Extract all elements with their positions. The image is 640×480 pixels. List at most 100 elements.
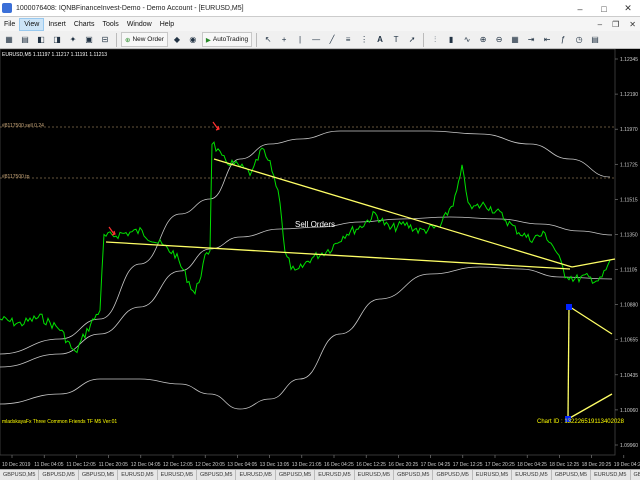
- chart-tab[interactable]: GBPUSD,M5: [552, 470, 592, 480]
- vertical-line-icon[interactable]: |: [293, 33, 307, 47]
- options-icon[interactable]: ◉: [186, 33, 200, 47]
- arrows-icon[interactable]: ➚: [405, 33, 419, 47]
- new-chart-icon[interactable]: ▦: [2, 33, 16, 47]
- middle-band: [0, 216, 613, 368]
- menu-charts[interactable]: Charts: [70, 18, 99, 31]
- menu-file[interactable]: File: [0, 18, 19, 31]
- autotrading-label: AutoTrading: [212, 36, 249, 43]
- trendline[interactable]: [567, 393, 613, 420]
- menu-tools[interactable]: Tools: [98, 18, 122, 31]
- time-tick-label: 16 Dec 12:25: [356, 462, 386, 468]
- time-tick-label: 18 Dec 04:25: [517, 462, 547, 468]
- chart-tab[interactable]: GBPUSD,M5: [79, 470, 119, 480]
- candlestick-icon[interactable]: ▮: [444, 33, 458, 47]
- time-tick-label: 16 Dec 04:25: [324, 462, 354, 468]
- chart-id-label: Chart ID : 132226519113402028: [537, 419, 625, 425]
- chart-shift-icon[interactable]: ⇤: [540, 33, 554, 47]
- menu-window[interactable]: Window: [123, 18, 156, 31]
- time-tick-label: 11 Dec 12:05: [66, 462, 96, 468]
- new-order-icon: ⊕: [125, 36, 131, 44]
- navigator-icon[interactable]: ✦: [66, 33, 80, 47]
- toolbar: ▦ ▤ ◧ ◨ ✦ ▣ ⊟ ⊕ New Order ◆ ◉ ▶ AutoTrad…: [0, 31, 640, 49]
- equidistant-channel-icon[interactable]: ≡: [341, 33, 355, 47]
- tile-windows-icon[interactable]: ▦: [508, 33, 522, 47]
- mdi-close-button[interactable]: ✕: [629, 20, 636, 29]
- text-icon[interactable]: A: [373, 33, 387, 47]
- chart-tab[interactable]: EURUSD,M5: [236, 470, 276, 480]
- chart-tab[interactable]: EURUSD,M5: [473, 470, 513, 480]
- chart-tab[interactable]: GBPUSD,M5: [276, 470, 316, 480]
- indicators-icon[interactable]: ƒ: [556, 33, 570, 47]
- indicator-label: mladskayaFx Three Common Friends TF M5 V…: [2, 419, 117, 425]
- trendline[interactable]: [567, 306, 570, 420]
- mdi-restore-button[interactable]: ❐: [612, 20, 619, 29]
- window-controls: – □ ✕: [568, 0, 640, 17]
- menu-insert[interactable]: Insert: [44, 18, 70, 31]
- new-order-label: New Order: [132, 36, 164, 43]
- price-tick-label: 1.10880: [620, 303, 638, 309]
- chart-tab[interactable]: GBPUSD,M5: [39, 470, 79, 480]
- chart-tab[interactable]: EURUSD,M5: [315, 470, 355, 480]
- chart-tab[interactable]: GBPUSD,M5: [631, 470, 640, 480]
- market-watch-icon[interactable]: ◧: [34, 33, 48, 47]
- chart-tab[interactable]: EURUSD,M5: [355, 470, 395, 480]
- line-chart-icon[interactable]: ∿: [460, 33, 474, 47]
- chart-tab[interactable]: EURUSD,M5: [118, 470, 158, 480]
- bar-chart-icon[interactable]: ⫶: [428, 33, 442, 47]
- autotrading-button[interactable]: ▶ AutoTrading: [201, 32, 253, 47]
- profiles-icon[interactable]: ▤: [18, 33, 32, 47]
- maximize-button[interactable]: □: [592, 0, 616, 17]
- horizontal-line-icon[interactable]: —: [309, 33, 323, 47]
- title-bar: 1000076408: IQNBFinanceInvest-Demo - Dem…: [0, 0, 640, 17]
- fibonacci-icon[interactable]: ⋮: [357, 33, 371, 47]
- lower-band: [0, 266, 613, 410]
- close-button[interactable]: ✕: [616, 0, 640, 17]
- zoom-in-icon[interactable]: ⊕: [476, 33, 490, 47]
- chart-series: [0, 130, 613, 410]
- mdi-minimize-button[interactable]: –: [598, 20, 602, 29]
- time-tick-label: 19 Dec 04:25: [614, 462, 640, 468]
- data-window-icon[interactable]: ◨: [50, 33, 64, 47]
- minimize-button[interactable]: –: [568, 0, 592, 17]
- strategy-tester-icon[interactable]: ⊟: [98, 33, 112, 47]
- toolbar-separator: [256, 32, 258, 47]
- price-tick-label: 1.11350: [620, 232, 638, 238]
- chart-tab[interactable]: GBPUSD,M5: [394, 470, 434, 480]
- toolbar-separator: [423, 32, 425, 47]
- menu-help[interactable]: Help: [156, 18, 178, 31]
- price-tick-label: 1.12345: [620, 57, 638, 63]
- price-tick-label: 1.11105: [620, 268, 638, 274]
- terminal-icon[interactable]: ▣: [82, 33, 96, 47]
- chart-tab[interactable]: GBPUSD,M5: [0, 470, 40, 480]
- trendline-icon[interactable]: ╱: [325, 33, 339, 47]
- menu-view[interactable]: View: [19, 17, 45, 31]
- metaeditor-icon[interactable]: ◆: [170, 33, 184, 47]
- menu-bar: File View Insert Charts Tools Window Hel…: [0, 17, 640, 31]
- price-tick-label: 1.10060: [620, 408, 638, 414]
- price-tick-label: 1.11725: [620, 162, 638, 168]
- chart-tab[interactable]: EURUSD,M5: [591, 470, 631, 480]
- chart-tab[interactable]: GBPUSD,M5: [433, 470, 473, 480]
- price-tick-label: 1.11515: [620, 197, 638, 203]
- chart-tab[interactable]: GBPUSD,M5: [197, 470, 237, 480]
- chart-tab[interactable]: EURUSD,M5: [158, 470, 198, 480]
- mdi-controls: – ❐ ✕: [598, 20, 636, 29]
- templates-icon[interactable]: ▤: [588, 33, 602, 47]
- cursor-icon[interactable]: ↖: [261, 33, 275, 47]
- zoom-out-icon[interactable]: ⊖: [492, 33, 506, 47]
- sell-arrow-icon: [108, 226, 116, 236]
- time-tick-label: 10 Dec 2019: [2, 462, 31, 468]
- autoscroll-icon[interactable]: ⇥: [524, 33, 538, 47]
- chart-window[interactable]: 1.12345 1.12190 1.11970 1.11725 1.11515 1.113…: [0, 48, 640, 469]
- chart-tab[interactable]: EURUSD,M5: [512, 470, 552, 480]
- price-line: [0, 141, 611, 354]
- price-tick-label: 1.09960: [620, 443, 638, 449]
- trendline[interactable]: [569, 306, 613, 335]
- time-tick-label: 11 Dec 04:05: [34, 462, 64, 468]
- crosshair-icon[interactable]: +: [277, 33, 291, 47]
- text-label-icon[interactable]: T: [389, 33, 403, 47]
- pivot-point[interactable]: [566, 304, 572, 310]
- new-order-button[interactable]: ⊕ New Order: [121, 32, 168, 47]
- chart-canvas[interactable]: 1.12345 1.12190 1.11970 1.11725 1.11515 1.113…: [0, 48, 640, 469]
- periods-icon[interactable]: ◷: [572, 33, 586, 47]
